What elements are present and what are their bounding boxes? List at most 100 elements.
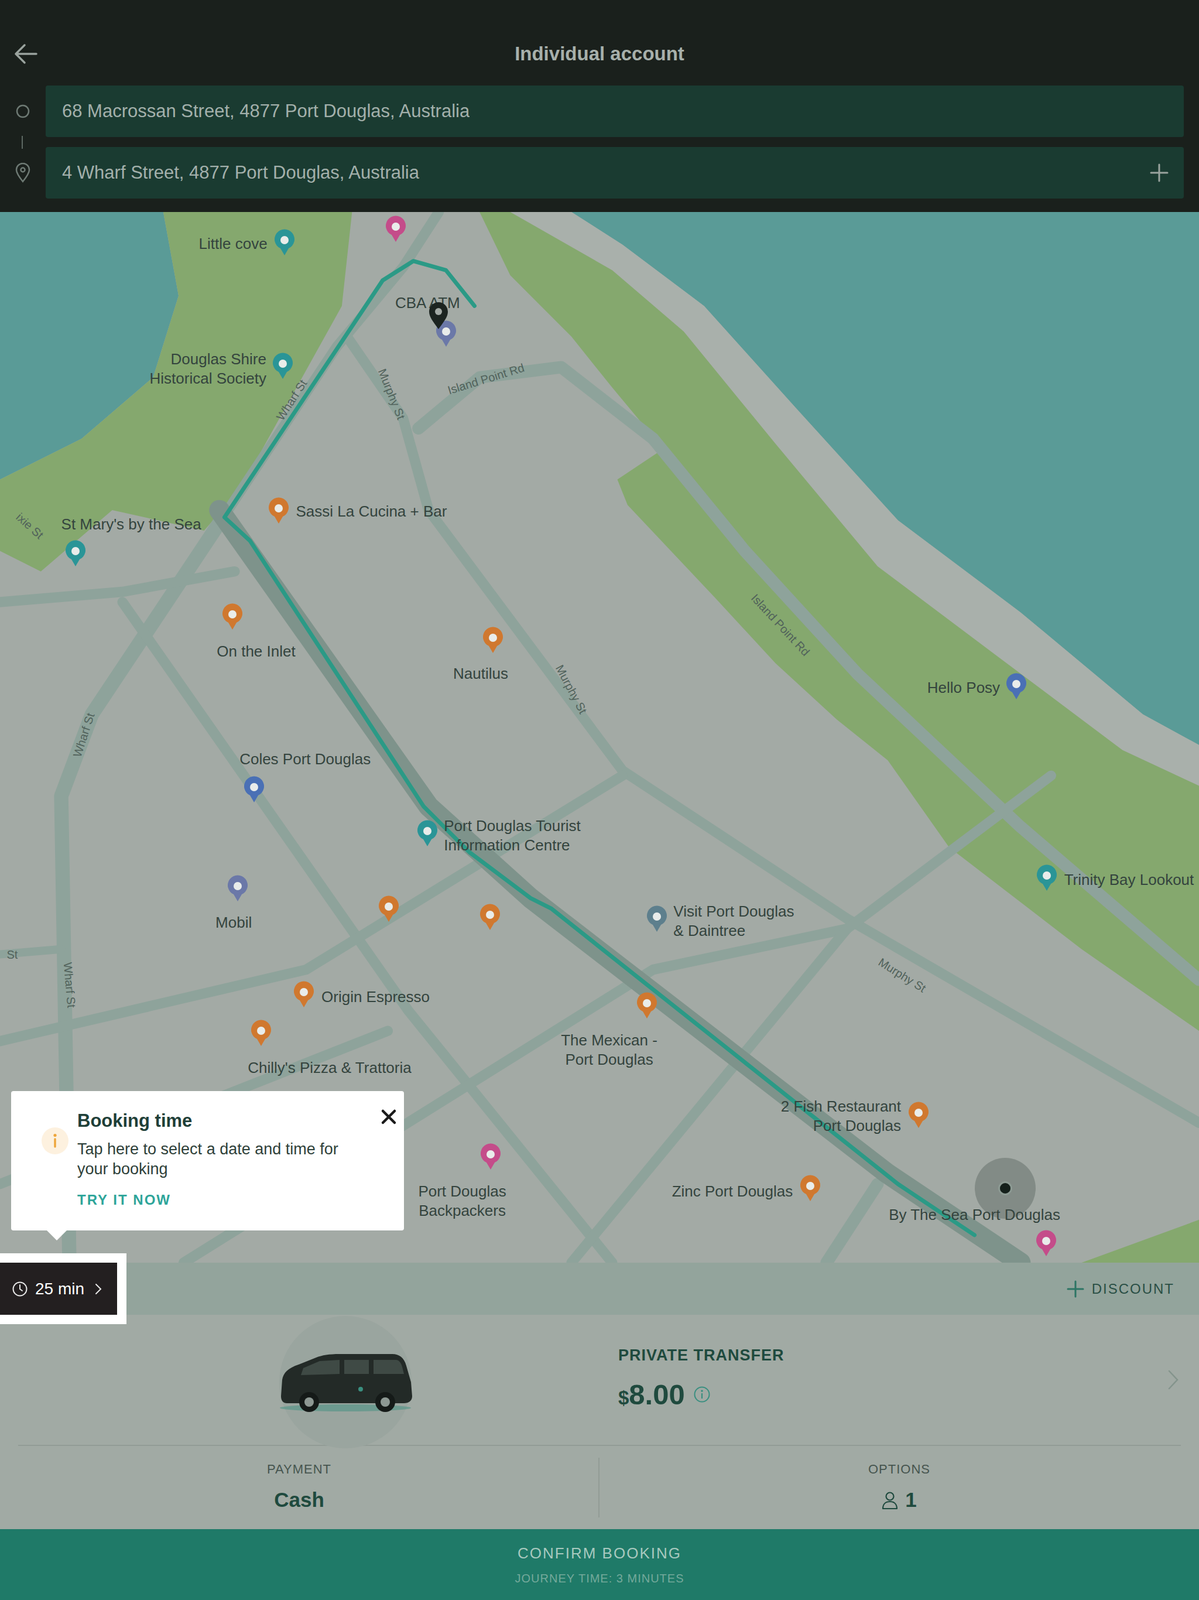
place-label[interactable]: Hello Posy — [927, 677, 1000, 698]
place-label-line[interactable]: By The Sea Port Douglas — [888, 1204, 1061, 1225]
place-label-line[interactable]: Port Douglas — [560, 1049, 658, 1070]
payment-value[interactable]: Cash — [273, 1484, 325, 1516]
place-pin-icon[interactable] — [1034, 1228, 1058, 1259]
place-label-line[interactable]: Port Douglas — [780, 1115, 902, 1136]
street-label: Island Point Rd — [748, 590, 813, 659]
place-label-line[interactable]: On the Inlet — [216, 641, 296, 661]
place-label-line[interactable]: Zinc Port Douglas — [672, 1181, 794, 1201]
confirm-label[interactable]: CONFIRM BOOKING — [517, 1541, 682, 1565]
destination-address[interactable]: 4 Wharf Street, 4877 Port Douglas, Austr… — [62, 159, 1139, 187]
place-label[interactable]: 2 Fish RestaurantPort Douglas — [780, 1096, 902, 1136]
destination-field[interactable]: 4 Wharf Street, 4877 Port Douglas, Austr… — [45, 146, 1184, 199]
place-label-line[interactable]: Information Centre — [443, 835, 581, 855]
place-label-line[interactable]: Douglas Shire — [149, 349, 267, 369]
discount-label[interactable]: DISCOUNT — [1091, 1278, 1175, 1300]
place-label-line[interactable]: Visit Port Douglas — [673, 901, 794, 921]
place-label[interactable]: Port Douglas TouristInformation Centre — [443, 816, 581, 855]
place-pin-icon[interactable] — [478, 1142, 503, 1172]
place-label[interactable]: On the Inlet — [216, 641, 296, 661]
info-icon — [41, 1126, 69, 1154]
place-label[interactable]: St Mary's by the Sea — [61, 514, 202, 534]
place-label-line[interactable]: CBA ATM — [395, 293, 461, 313]
place-label[interactable]: Visit Port Douglas& Daintree — [673, 901, 794, 941]
vehicle-price: $ 8.00 — [618, 1372, 785, 1417]
place-label-line[interactable]: Coles Port Douglas — [239, 749, 371, 769]
place-label-line[interactable]: St Mary's by the Sea — [61, 514, 202, 534]
place-pin-icon[interactable] — [292, 980, 316, 1010]
street-label: Murphy St — [875, 954, 929, 995]
options-bar: DISCOUNT — [0, 1262, 1199, 1315]
place-label-line[interactable]: Sassi La Cucina + Bar — [295, 501, 447, 522]
place-pin-icon[interactable] — [272, 228, 297, 258]
close-icon[interactable] — [380, 1108, 397, 1125]
add-stop-plus-icon[interactable] — [1149, 163, 1169, 183]
map[interactable]: Little cove CBA ATM Douglas ShireHistorica… — [0, 211, 1199, 1263]
place-label[interactable]: Nautilus — [453, 663, 509, 684]
place-pin-icon[interactable] — [481, 625, 505, 656]
price-info-icon[interactable] — [693, 1385, 711, 1403]
place-pin-icon[interactable] — [266, 496, 291, 526]
place-label-line[interactable]: Little cove — [199, 234, 268, 254]
passenger-count[interactable]: 1 — [905, 1484, 917, 1516]
clock-icon — [11, 1280, 29, 1297]
place-label-line[interactable]: & Daintree — [673, 920, 794, 941]
place-label-line[interactable]: Backpackers — [418, 1200, 506, 1221]
chevron-icon — [94, 1282, 102, 1295]
booking-screen: Individual account 68 Macrossan Street, … — [0, 0, 1199, 1600]
place-pin-icon[interactable] — [906, 1100, 931, 1130]
chevron-right-icon[interactable] — [1167, 1368, 1180, 1390]
place-label-line[interactable]: Origin Espresso — [321, 987, 430, 1007]
place-pin-icon[interactable] — [1035, 863, 1059, 893]
place-label[interactable]: Douglas ShireHistorical Society — [149, 349, 267, 389]
place-pin-icon[interactable] — [1004, 672, 1029, 702]
place-label[interactable]: Trinity Bay Lookout — [1064, 869, 1195, 890]
place-label-line[interactable]: Historical Society — [149, 368, 267, 389]
vehicle-row[interactable]: PRIVATE TRANSFER $ 8.00 — [0, 1314, 1199, 1445]
place-label-line[interactable]: Port Douglas — [418, 1181, 506, 1201]
time-button[interactable]: 25 min — [0, 1262, 118, 1315]
place-label-line[interactable]: Port Douglas Tourist — [443, 816, 581, 836]
place-pin-icon[interactable] — [384, 214, 408, 245]
place-label-line[interactable]: 2 Fish Restaurant — [780, 1096, 902, 1116]
origin-address[interactable]: 68 Macrossan Street, 4877 Port Douglas, … — [62, 97, 470, 126]
place-pin-icon[interactable] — [478, 902, 502, 933]
place-pin-icon[interactable] — [377, 894, 401, 924]
place-pin-icon[interactable] — [798, 1173, 822, 1204]
vehicle-info: PRIVATE TRANSFER $ 8.00 — [618, 1343, 785, 1416]
place-label[interactable]: Sassi La Cucina + Bar — [295, 501, 447, 522]
place-label[interactable]: The Mexican -Port Douglas — [560, 1030, 658, 1070]
place-pin-icon[interactable] — [63, 539, 88, 569]
place-label[interactable]: Chilly's Pizza & Trattoria — [247, 1057, 412, 1078]
time-button-highlight: 25 min — [0, 1252, 127, 1324]
try-it-now-link[interactable]: TRY IT NOW — [77, 1189, 352, 1211]
place-label-line[interactable]: Chilly's Pizza & Trattoria — [247, 1057, 412, 1078]
place-label[interactable]: Little cove — [199, 234, 268, 254]
place-pin-icon[interactable] — [249, 1018, 273, 1048]
options-selector[interactable]: OPTIONS 1 — [599, 1457, 1199, 1517]
place-pin-icon[interactable] — [242, 775, 266, 805]
place-label-line[interactable]: Trinity Bay Lookout — [1064, 869, 1195, 890]
place-pin-icon[interactable] — [415, 819, 440, 849]
place-pin-icon[interactable] — [645, 904, 669, 934]
place-label-line[interactable]: Mobil — [215, 912, 252, 933]
place-label[interactable]: Zinc Port Douglas — [672, 1181, 794, 1201]
place-pin-icon[interactable] — [635, 991, 659, 1021]
place-pin-icon[interactable] — [271, 351, 295, 382]
place-label-line[interactable]: Nautilus — [453, 663, 509, 684]
discount-button[interactable]: DISCOUNT — [1066, 1278, 1175, 1300]
place-label[interactable]: Coles Port Douglas — [239, 749, 371, 769]
back-arrow-icon[interactable] — [14, 43, 38, 65]
place-label[interactable]: Port DouglasBackpackers — [418, 1181, 506, 1221]
place-label[interactable]: Origin Espresso — [321, 987, 430, 1007]
confirm-booking-button[interactable]: CONFIRM BOOKING JOURNEY TIME: 3 MINUTES — [0, 1528, 1199, 1600]
place-pin-icon[interactable] — [225, 874, 250, 904]
place-label-line[interactable]: Hello Posy — [927, 677, 1000, 698]
time-label[interactable]: 25 min — [35, 1276, 85, 1301]
place-label-line[interactable]: The Mexican - — [560, 1030, 658, 1050]
place-label[interactable]: By The Sea Port Douglas — [888, 1204, 1061, 1225]
origin-field[interactable]: 68 Macrossan Street, 4877 Port Douglas, … — [45, 85, 1184, 137]
place-label[interactable]: CBA ATM — [395, 293, 461, 313]
place-pin-icon[interactable] — [220, 602, 245, 632]
payment-selector[interactable]: PAYMENT Cash — [0, 1457, 600, 1517]
place-label[interactable]: Mobil — [215, 912, 252, 933]
